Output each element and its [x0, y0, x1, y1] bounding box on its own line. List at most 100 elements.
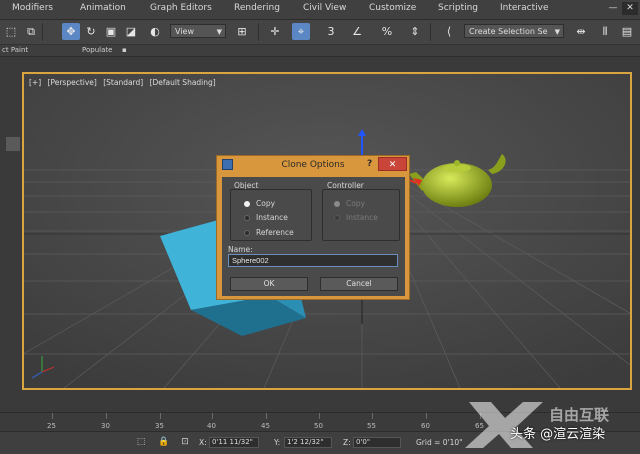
minimize-button[interactable]: —: [605, 2, 621, 15]
menu-modifiers[interactable]: Modifiers: [12, 3, 53, 13]
viewport-general-menu[interactable]: [+]: [29, 78, 41, 87]
track-tick-label: 40: [207, 422, 216, 430]
menu-animation[interactable]: Animation: [80, 3, 126, 13]
track-tick-label: 25: [47, 422, 56, 430]
cancel-button[interactable]: Cancel: [320, 277, 398, 291]
toolbar-separator: [430, 23, 431, 41]
object-instance-label: Instance: [256, 213, 288, 222]
reference-coordinate-dropdown[interactable]: View ▼: [170, 24, 226, 38]
snaps-toggle-icon[interactable]: 3: [322, 23, 340, 40]
spinner-snap-icon[interactable]: ⇕: [406, 23, 424, 40]
absolute-mode-icon[interactable]: ⊡: [180, 437, 190, 447]
track-tick: [106, 413, 107, 419]
object-copy-label: Copy: [256, 199, 276, 208]
select-manipulate-icon[interactable]: ◐: [146, 23, 164, 40]
name-field-label: Name:: [228, 245, 253, 254]
keyboard-shortcut-override-icon[interactable]: ⌖: [292, 23, 310, 40]
lock-icon[interactable]: 🔒: [158, 437, 169, 447]
watermark-caption: 头条 @渲云渲染: [510, 427, 606, 442]
viewport-default-shading-menu[interactable]: [Default Shading]: [150, 78, 216, 87]
track-tick-label: 55: [367, 422, 376, 430]
select-and-move-icon[interactable]: ✥: [62, 23, 80, 40]
named-selection-set-value: Create Selection Se: [469, 27, 548, 36]
track-tick-label: 60: [421, 422, 430, 430]
controller-instance-label: Instance: [346, 213, 378, 222]
menu-civil-view[interactable]: Civil View: [303, 3, 346, 13]
track-tick: [480, 413, 481, 419]
object-reference-radio[interactable]: Reference: [244, 228, 294, 237]
pivot-center-icon[interactable]: ⊞: [233, 23, 251, 40]
radio-indicator: [334, 200, 340, 207]
menu-graph-editors[interactable]: Graph Editors: [150, 3, 212, 13]
z-coordinate-label: Z:: [343, 438, 351, 447]
max-application-window: Modifiers Animation Graph Editors Render…: [0, 0, 640, 454]
track-tick: [426, 413, 427, 419]
toolbar-separator: [42, 23, 43, 41]
clone-name-input[interactable]: [228, 254, 398, 267]
track-tick: [319, 413, 320, 419]
track-tick: [212, 413, 213, 419]
viewport-point-of-view-menu[interactable]: [Perspective]: [48, 78, 97, 87]
radio-indicator: [244, 200, 250, 207]
select-region-icon[interactable]: ⬚: [2, 23, 20, 40]
place-icon[interactable]: ◪: [122, 23, 140, 40]
dialog-title-bar[interactable]: Clone Options ? ✕: [217, 156, 409, 174]
window-crossing-icon[interactable]: ⧉: [22, 23, 40, 40]
mirror-icon[interactable]: ⇹: [572, 23, 590, 40]
dialog-close-button[interactable]: ✕: [378, 157, 407, 171]
menu-rendering[interactable]: Rendering: [234, 3, 280, 13]
main-toolbar: ⬚ ⧉ ✥ ↻ ▣ ◪ ◐ View ▼ ⊞ ✛ ⌖ 3 ∠ % ⇕ ⟨ Crea…: [0, 20, 640, 45]
ribbon: ct Paint Populate ▪: [0, 45, 640, 57]
viewport-shading-standard-menu[interactable]: [Standard]: [103, 78, 143, 87]
percent-snap-icon[interactable]: %: [378, 23, 396, 40]
controller-copy-radio[interactable]: Copy: [334, 199, 365, 208]
z-coordinate-field[interactable]: 0'0": [353, 437, 401, 448]
object-instance-radio[interactable]: Instance: [244, 213, 288, 222]
object-reference-label: Reference: [256, 228, 294, 237]
track-tick-label: 30: [101, 422, 110, 430]
ribbon-object-paint-tab[interactable]: ct Paint: [2, 45, 28, 56]
x-coordinate-label: X:: [199, 438, 207, 447]
layer-explorer-icon[interactable]: ▤: [618, 23, 636, 40]
scene-explorer-tab[interactable]: [6, 137, 20, 151]
chevron-down-icon: ▼: [554, 28, 560, 36]
track-tick: [160, 413, 161, 419]
help-button[interactable]: ?: [367, 159, 372, 169]
edit-named-selection-icon[interactable]: ⟨: [440, 23, 458, 40]
selection-lock-icon[interactable]: ⬚: [136, 437, 146, 447]
radio-indicator: [244, 214, 250, 221]
ribbon-toggle-icon[interactable]: ▪: [122, 45, 127, 56]
radio-indicator: [334, 214, 340, 221]
track-tick-label: 45: [261, 422, 270, 430]
menu-scripting[interactable]: Scripting: [438, 3, 478, 13]
track-tick-label: 50: [314, 422, 323, 430]
angle-snap-icon[interactable]: ∠: [348, 23, 366, 40]
close-app-button[interactable]: ✕: [622, 2, 638, 15]
menu-bar: Modifiers Animation Graph Editors Render…: [0, 0, 640, 20]
ok-button[interactable]: OK: [230, 277, 308, 291]
controller-instance-radio[interactable]: Instance: [334, 213, 378, 222]
named-selection-set-dropdown[interactable]: Create Selection Se ▼: [464, 24, 564, 38]
track-tick: [52, 413, 53, 419]
axis-constraint-icon[interactable]: ✛: [266, 23, 284, 40]
object-copy-radio[interactable]: Copy: [244, 199, 275, 208]
radio-indicator: [244, 229, 250, 236]
grid-size-readout: Grid = 0'10": [416, 438, 463, 447]
menu-interactive[interactable]: Interactive: [500, 3, 548, 13]
y-coordinate-field[interactable]: 1'2 12/32": [284, 437, 332, 448]
viewport-label-menu: [+] [Perspective] [Standard] [Default Sh…: [29, 78, 220, 87]
track-tick: [372, 413, 373, 419]
track-tick: [266, 413, 267, 419]
menu-customize[interactable]: Customize: [369, 3, 416, 13]
controller-copy-label: Copy: [346, 199, 366, 208]
chevron-down-icon: ▼: [216, 28, 222, 36]
x-coordinate-field[interactable]: 0'11 11/32": [209, 437, 259, 448]
select-and-rotate-icon[interactable]: ↻: [82, 23, 100, 40]
ribbon-populate-tab[interactable]: Populate: [82, 45, 112, 56]
dialog-body: Object Copy Instance Reference Controlle…: [222, 177, 405, 296]
toolbar-separator: [258, 23, 259, 41]
track-tick-label: 35: [155, 422, 164, 430]
align-icon[interactable]: ⫴: [596, 23, 614, 40]
select-and-scale-icon[interactable]: ▣: [102, 23, 120, 40]
y-coordinate-label: Y:: [274, 438, 281, 447]
